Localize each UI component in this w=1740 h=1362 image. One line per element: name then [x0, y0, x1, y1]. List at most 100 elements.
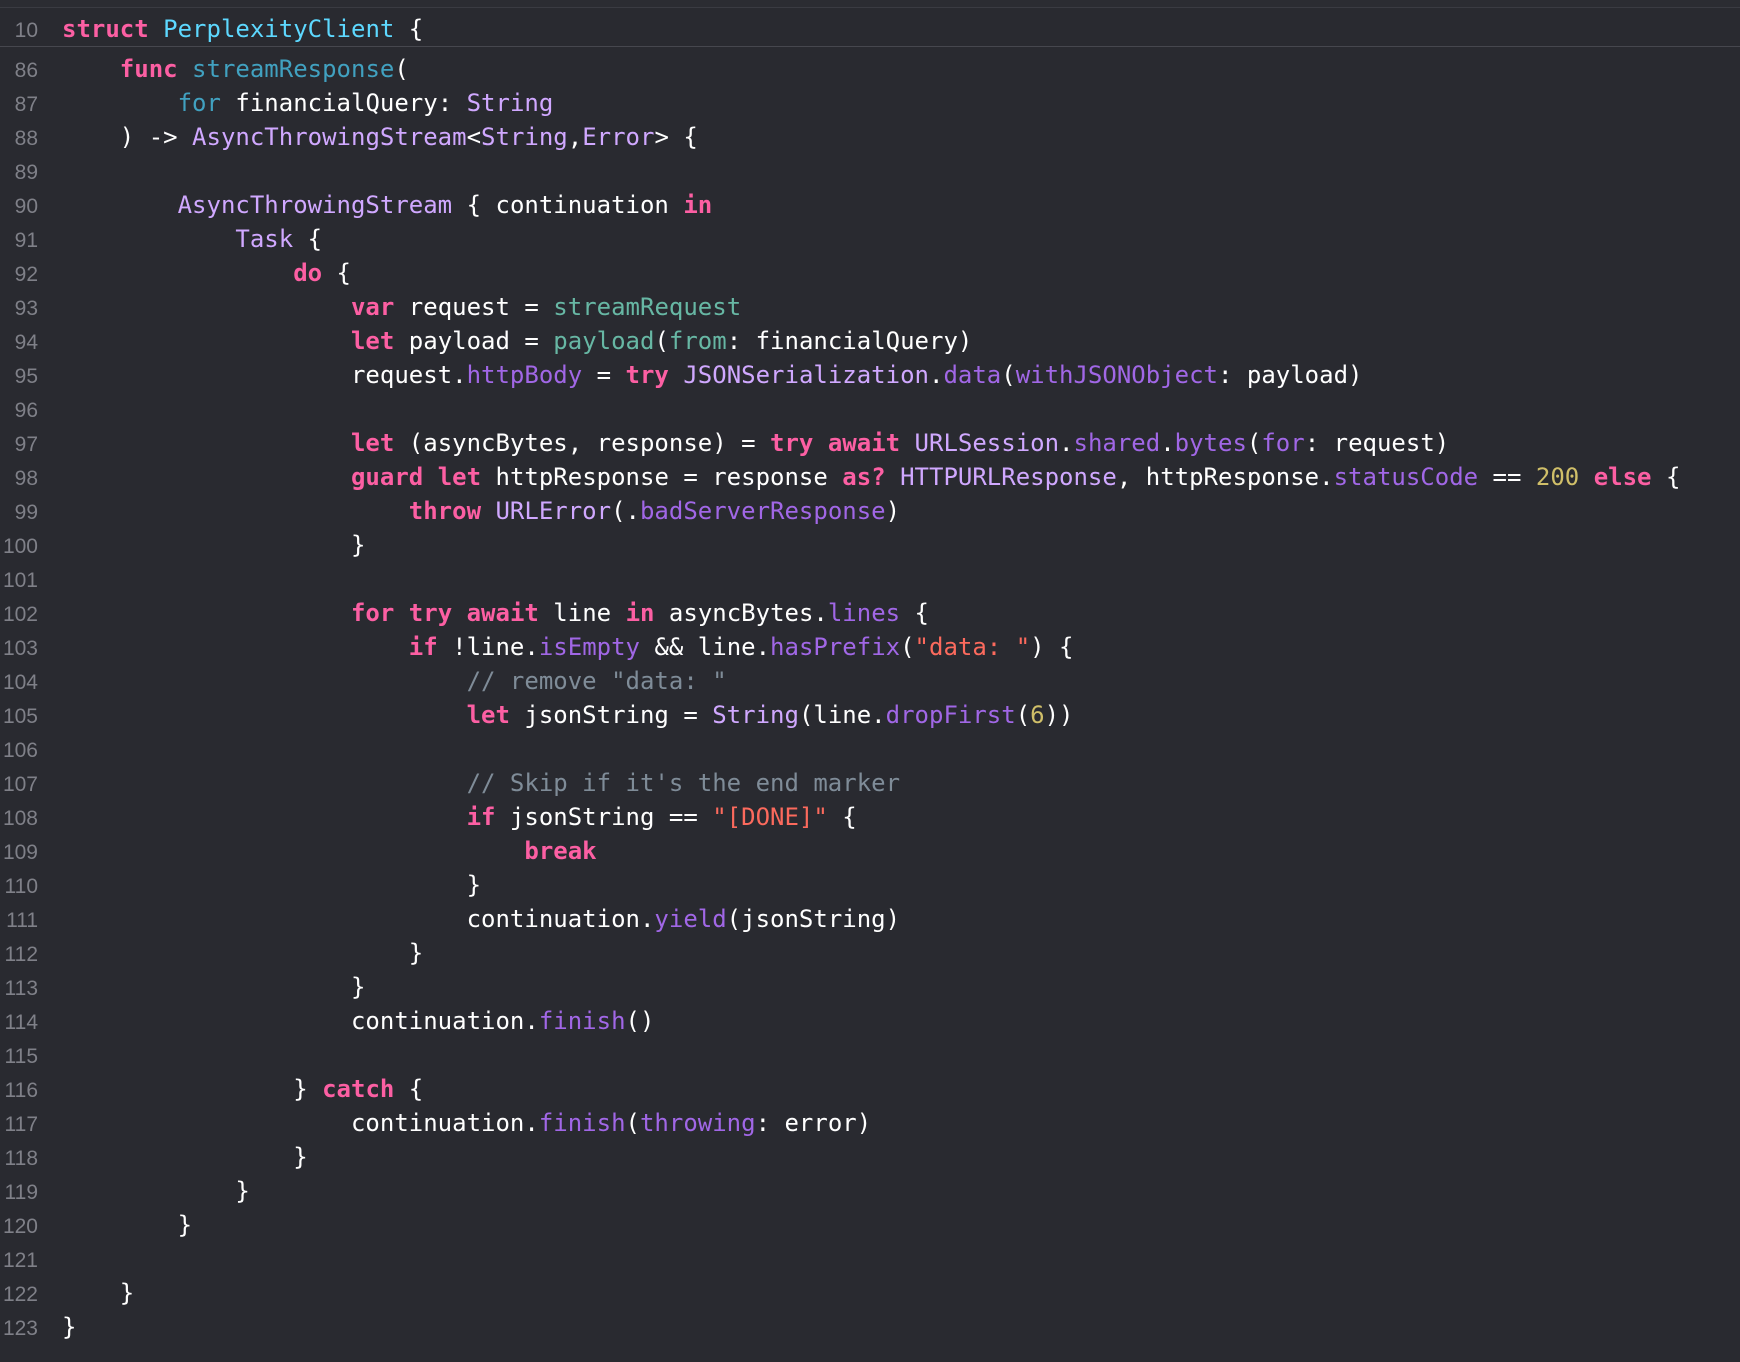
- code-token: from: [668, 327, 727, 355]
- code-token: {: [322, 259, 351, 287]
- code-line[interactable]: 104 // remove "data: ": [0, 666, 1740, 700]
- code-line[interactable]: 103 if !line.isEmpty && line.hasPrefix("…: [0, 632, 1740, 666]
- code-token: try: [408, 599, 453, 627]
- code-line[interactable]: 108 if jsonString == "[DONE]" {: [0, 802, 1740, 836]
- code-token: ) ->: [62, 123, 193, 151]
- code-token: streamResponse: [192, 55, 395, 83]
- code-line-content: AsyncThrowingStream { continuation in: [62, 191, 713, 219]
- code-token: URLError: [495, 497, 612, 525]
- code-line[interactable]: 107 // Skip if it's the end marker: [0, 768, 1740, 802]
- code-line[interactable]: 120 }: [0, 1210, 1740, 1244]
- code-token: statusCode: [1333, 463, 1479, 491]
- code-line-content: throw URLError(.badServerResponse): [62, 497, 900, 525]
- code-token: }: [62, 1177, 250, 1205]
- line-number: 114: [4, 1011, 38, 1034]
- code-token: Error: [582, 123, 655, 151]
- code-token: > {: [654, 123, 698, 151]
- code-token: JSONSerialization: [683, 361, 929, 389]
- code-token: String: [481, 123, 568, 151]
- code-token: request.: [62, 361, 467, 389]
- code-line[interactable]: 96: [0, 394, 1740, 428]
- code-line[interactable]: 109 break: [0, 836, 1740, 870]
- code-line[interactable]: 118 }: [0, 1142, 1740, 1176]
- code-line-content: }: [62, 1313, 76, 1341]
- code-token: AsyncThrowingStream: [177, 191, 453, 219]
- code-token: line: [538, 599, 626, 627]
- code-line-content: // Skip if it's the end marker: [62, 769, 900, 797]
- code-token: }: [62, 1143, 308, 1171]
- code-token: : request): [1304, 429, 1450, 457]
- code-line[interactable]: 89: [0, 156, 1740, 190]
- code-line[interactable]: 88 ) -> AsyncThrowingStream<String,Error…: [0, 122, 1740, 156]
- code-line[interactable]: 121: [0, 1244, 1740, 1278]
- code-line[interactable]: 100 }: [0, 530, 1740, 564]
- line-number: 111: [6, 909, 38, 932]
- code-line[interactable]: 95 request.httpBody = try JSONSerializat…: [0, 360, 1740, 394]
- code-line[interactable]: 93 var request = streamRequest: [0, 292, 1740, 326]
- code-line[interactable]: 98 guard let httpResponse = response as?…: [0, 462, 1740, 496]
- code-token: {: [293, 225, 323, 253]
- code-line[interactable]: 101: [0, 564, 1740, 598]
- code-line[interactable]: 113 }: [0, 972, 1740, 1006]
- code-line[interactable]: 90 AsyncThrowingStream { continuation in: [0, 190, 1740, 224]
- code-token: {: [394, 15, 424, 43]
- code-line[interactable]: 114 continuation.finish(): [0, 1006, 1740, 1040]
- code-editor[interactable]: 10 struct PerplexityClient { 86 func str…: [0, 0, 1740, 1362]
- line-number: 110: [4, 875, 38, 898]
- code-line[interactable]: 122 }: [0, 1278, 1740, 1312]
- line-number: 102: [2, 603, 38, 626]
- code-line[interactable]: 87 for financialQuery: String: [0, 88, 1740, 122]
- code-token: }: [62, 1279, 135, 1307]
- code-line-content: }: [62, 1211, 192, 1239]
- code-token: { continuation: [452, 191, 684, 219]
- line-number: 88: [14, 127, 38, 150]
- code-token: }: [62, 1313, 77, 1341]
- code-line[interactable]: 119 }: [0, 1176, 1740, 1210]
- code-line[interactable]: 117 continuation.finish(throwing: error): [0, 1108, 1740, 1142]
- code-lines[interactable]: 86 func streamResponse(87 for financialQ…: [0, 0, 1740, 1362]
- line-number: 101: [2, 569, 38, 592]
- line-number: 123: [2, 1317, 38, 1340]
- code-token: continuation.: [62, 1007, 539, 1035]
- code-token: {: [394, 1075, 424, 1103]
- code-line[interactable]: 111 continuation.yield(jsonString): [0, 904, 1740, 938]
- code-line-content: let payload = payload(from: financialQue…: [62, 327, 972, 355]
- code-token: guard: [350, 463, 424, 491]
- code-line-content: continuation.yield(jsonString): [62, 905, 900, 933]
- code-token: }: [62, 973, 366, 1001]
- code-line-content: continuation.finish(): [62, 1007, 654, 1035]
- code-line[interactable]: 97 let (asyncBytes, response) = try awai…: [0, 428, 1740, 462]
- code-line[interactable]: 115: [0, 1040, 1740, 1074]
- code-token: AsyncThrowingStream: [192, 123, 467, 151]
- code-line[interactable]: 112 }: [0, 938, 1740, 972]
- code-line[interactable]: 116 } catch {: [0, 1074, 1740, 1108]
- code-line[interactable]: 91 Task {: [0, 224, 1740, 258]
- code-token: URLSession: [914, 429, 1060, 457]
- code-line-content: Task {: [62, 225, 322, 253]
- code-token: "[DONE]": [712, 803, 828, 831]
- code-line-content: for try await line in asyncBytes.lines {: [62, 599, 929, 627]
- code-line[interactable]: 106: [0, 734, 1740, 768]
- code-token: }: [62, 1075, 323, 1103]
- code-line[interactable]: 123}: [0, 1312, 1740, 1346]
- code-line[interactable]: 92 do {: [0, 258, 1740, 292]
- code-token: for: [1261, 429, 1305, 457]
- code-token: dropFirst: [885, 701, 1016, 729]
- code-token: try: [770, 429, 814, 457]
- line-number: 10: [14, 19, 38, 42]
- code-line[interactable]: 105 let jsonString = String(line.dropFir…: [0, 700, 1740, 734]
- line-number: 98: [14, 467, 38, 490]
- code-token: asyncBytes.: [654, 599, 828, 627]
- code-line[interactable]: 102 for try await line in asyncBytes.lin…: [0, 598, 1740, 632]
- code-line[interactable]: 86 func streamResponse(: [0, 54, 1740, 88]
- code-line[interactable]: 94 let payload = payload(from: financial…: [0, 326, 1740, 360]
- sticky-scope-header[interactable]: 10 struct PerplexityClient {: [0, 8, 1740, 47]
- code-line[interactable]: 110 }: [0, 870, 1740, 904]
- code-line[interactable]: 99 throw URLError(.badServerResponse): [0, 496, 1740, 530]
